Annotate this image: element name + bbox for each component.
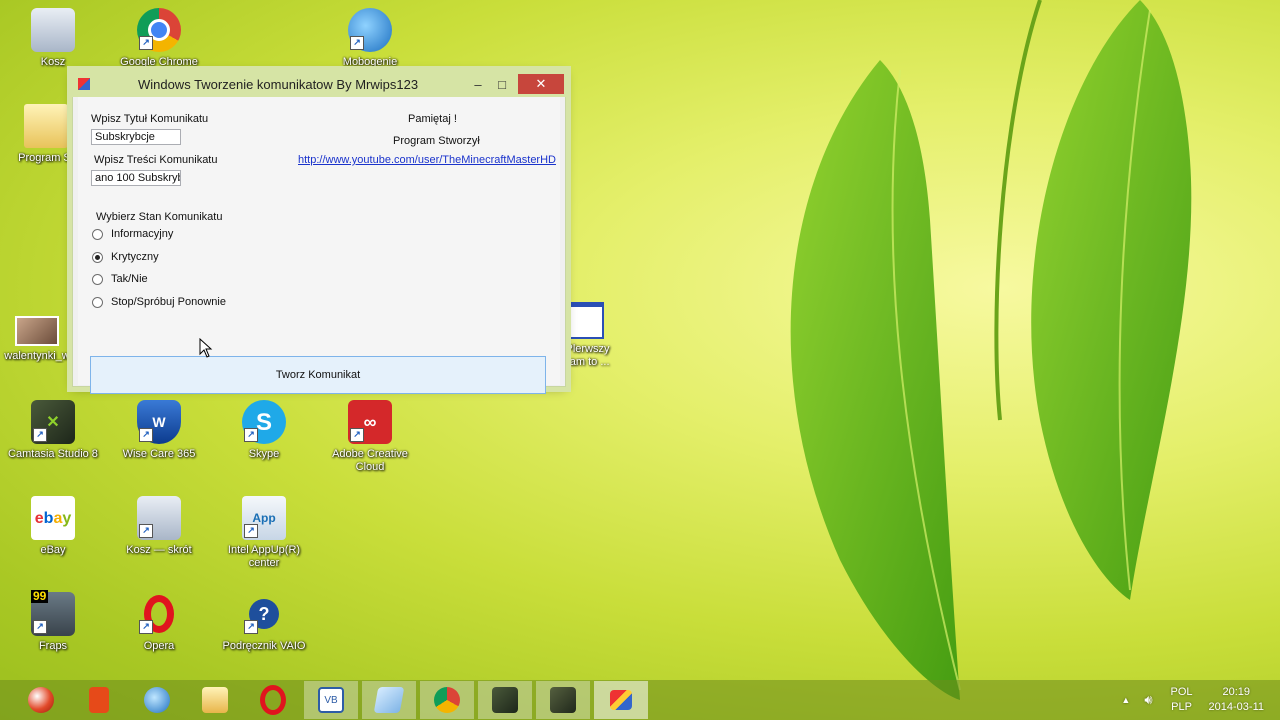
taskbar-app-window[interactable] bbox=[594, 681, 648, 719]
taskbar-camtasia[interactable] bbox=[478, 681, 532, 719]
desktop-icon-recycle-bin[interactable]: Kosz bbox=[5, 8, 101, 69]
taskbar-start-orb[interactable] bbox=[14, 681, 68, 719]
title-input[interactable]: Subskrybcje bbox=[91, 129, 181, 145]
state-group-label: Wybierz Stan Komunikatu bbox=[96, 211, 223, 223]
explorer-icon bbox=[202, 687, 228, 713]
folder-icon bbox=[24, 104, 68, 148]
system-tray: ▲ 🔊︎ POL PLP 20:19 2014-03-11 bbox=[1121, 680, 1264, 720]
taskbar-opera[interactable] bbox=[246, 681, 300, 719]
start-orb-icon bbox=[28, 687, 54, 713]
taskbar-office[interactable] bbox=[72, 681, 126, 719]
help-icon: ? ↗ bbox=[242, 592, 286, 636]
taskbar-explorer[interactable] bbox=[188, 681, 242, 719]
radio-label: Informacyjny bbox=[111, 228, 174, 240]
window-file-icon bbox=[564, 302, 604, 339]
desktop-icon-ebay[interactable]: ebay eBay bbox=[5, 496, 101, 557]
radio-informacyjny[interactable]: Informacyjny bbox=[92, 228, 173, 240]
desktop-icon-recycle-bin-shortcut[interactable]: ↗ Kosz — skrót bbox=[111, 496, 207, 557]
taskbar-camtasia-recorder[interactable] bbox=[536, 681, 590, 719]
radio-button-selected[interactable] bbox=[92, 251, 103, 263]
shortcut-arrow-icon: ↗ bbox=[244, 524, 258, 538]
desktop-icon-camtasia[interactable]: ✕ ↗ Camtasia Studio 8 bbox=[5, 400, 101, 461]
desktop-icon-wise-care[interactable]: W ↗ Wise Care 365 bbox=[111, 400, 207, 461]
title-field-label: Wpisz Tytuł Komunikatu bbox=[91, 113, 209, 125]
radio-button[interactable] bbox=[92, 273, 103, 285]
youtube-link[interactable]: http://www.youtube.com/user/TheMinecraft… bbox=[298, 154, 556, 166]
shortcut-arrow-icon: ↗ bbox=[244, 428, 258, 442]
desktop-icon-vaio-help[interactable]: ? ↗ Podręcznik VAIO bbox=[216, 592, 312, 653]
opera-icon: ↗ bbox=[137, 592, 181, 636]
clock[interactable]: 20:19 2014-03-11 bbox=[1209, 685, 1264, 715]
content-field-label: Wpisz Treści Komunikatu bbox=[94, 154, 218, 166]
shortcut-arrow-icon: ↗ bbox=[244, 620, 258, 634]
window-client-area: Wpisz Tytuł Komunikatu Subskrybcje Wpisz… bbox=[78, 97, 560, 394]
notepad-icon bbox=[373, 687, 405, 713]
camtasia-recorder-icon bbox=[550, 687, 576, 713]
visual-basic-icon: VB bbox=[318, 687, 344, 713]
remember-label: Pamiętaj ! bbox=[408, 113, 457, 125]
maximize-button[interactable]: □ bbox=[490, 74, 514, 94]
desktop-icon-opera[interactable]: ↗ Opera bbox=[111, 592, 207, 653]
skype-icon: S ↗ bbox=[242, 400, 286, 444]
taskbar-chrome[interactable] bbox=[420, 681, 474, 719]
app-window-icon bbox=[78, 78, 90, 90]
show-hidden-icons-icon[interactable]: ▲ bbox=[1121, 695, 1130, 705]
radio-label: Stop/Spróbuj Ponownie bbox=[111, 296, 226, 308]
chrome-icon: ↗ bbox=[137, 8, 181, 52]
desktop-icon-fraps[interactable]: 99 ↗ Fraps bbox=[5, 590, 101, 653]
shortcut-arrow-icon: ↗ bbox=[139, 524, 153, 538]
taskbar: VB ▲ 🔊︎ POL PLP 20:19 2014-03-11 bbox=[0, 680, 1280, 720]
ebay-icon: ebay bbox=[31, 496, 75, 540]
desktop-icon-mobogenie[interactable]: ↗ Mobogenie bbox=[322, 8, 418, 69]
radio-label: Krytyczny bbox=[111, 251, 159, 263]
shortcut-arrow-icon: ↗ bbox=[139, 620, 153, 634]
radio-label: Tak/Nie bbox=[111, 273, 148, 285]
adobe-cc-icon: ∞ ↗ bbox=[348, 400, 392, 444]
shortcut-arrow-icon: ↗ bbox=[33, 620, 47, 634]
mobogenie-icon bbox=[144, 687, 170, 713]
minimize-button[interactable]: – bbox=[466, 74, 490, 94]
desktop-icon-chrome[interactable]: ↗ Google Chrome bbox=[111, 8, 207, 69]
window-title: Windows Tworzenie komunikatow By Mrwips1… bbox=[137, 76, 419, 92]
shortcut-arrow-icon: ↗ bbox=[350, 428, 364, 442]
window-titlebar[interactable]: Windows Tworzenie komunikatow By Mrwips1… bbox=[68, 71, 570, 97]
mobogenie-icon: ↗ bbox=[348, 8, 392, 52]
create-message-button[interactable]: Tworz Komunikat bbox=[90, 356, 546, 394]
shortcut-arrow-icon: ↗ bbox=[350, 36, 364, 50]
author-label: Program Stworzył bbox=[393, 135, 480, 147]
radio-button[interactable] bbox=[92, 296, 103, 308]
recycle-bin-shortcut-icon: ↗ bbox=[137, 496, 181, 540]
intel-appup-icon: App ↗ bbox=[242, 496, 286, 540]
opera-icon bbox=[260, 685, 286, 715]
fraps-icon: 99 ↗ bbox=[31, 590, 75, 636]
radio-tak-nie[interactable]: Tak/Nie bbox=[92, 273, 148, 285]
desktop-icon-skype[interactable]: S ↗ Skype bbox=[216, 400, 312, 461]
content-input[interactable]: ano 100 Subskrybcji bbox=[91, 170, 181, 186]
wise-care-icon: W ↗ bbox=[137, 400, 181, 444]
desktop-icon-adobe-cc[interactable]: ∞ ↗ Adobe Creative Cloud bbox=[322, 400, 418, 474]
desktop-icon-walentynki[interactable]: walentynki_w bbox=[2, 316, 72, 363]
image-file-icon bbox=[15, 316, 59, 346]
language-indicator[interactable]: POL PLP bbox=[1171, 685, 1193, 715]
office-icon bbox=[89, 687, 109, 713]
desktop-icon-intel-appup[interactable]: App ↗ Intel AppUp(R) center bbox=[216, 496, 312, 570]
radio-stop-sprobuj[interactable]: Stop/Spróbuj Ponownie bbox=[92, 296, 226, 308]
taskbar-mobogenie[interactable] bbox=[130, 681, 184, 719]
mouse-cursor-icon bbox=[199, 338, 213, 358]
close-button[interactable]: ✕ bbox=[518, 74, 564, 94]
radio-krytyczny[interactable]: Krytyczny bbox=[92, 251, 159, 263]
radio-button[interactable] bbox=[92, 228, 103, 240]
chrome-icon bbox=[434, 687, 460, 713]
app-window-icon bbox=[610, 690, 632, 710]
message-creator-window: Windows Tworzenie komunikatow By Mrwips1… bbox=[68, 71, 570, 394]
shortcut-arrow-icon: ↗ bbox=[139, 428, 153, 442]
recycle-bin-icon bbox=[31, 8, 75, 52]
camtasia-icon: ✕ ↗ bbox=[31, 400, 75, 444]
shortcut-arrow-icon: ↗ bbox=[33, 428, 47, 442]
shortcut-arrow-icon: ↗ bbox=[139, 36, 153, 50]
camtasia-icon bbox=[492, 687, 518, 713]
taskbar-notepad[interactable] bbox=[362, 681, 416, 719]
taskbar-visual-basic[interactable]: VB bbox=[304, 681, 358, 719]
volume-icon[interactable]: 🔊︎ bbox=[1144, 692, 1152, 708]
